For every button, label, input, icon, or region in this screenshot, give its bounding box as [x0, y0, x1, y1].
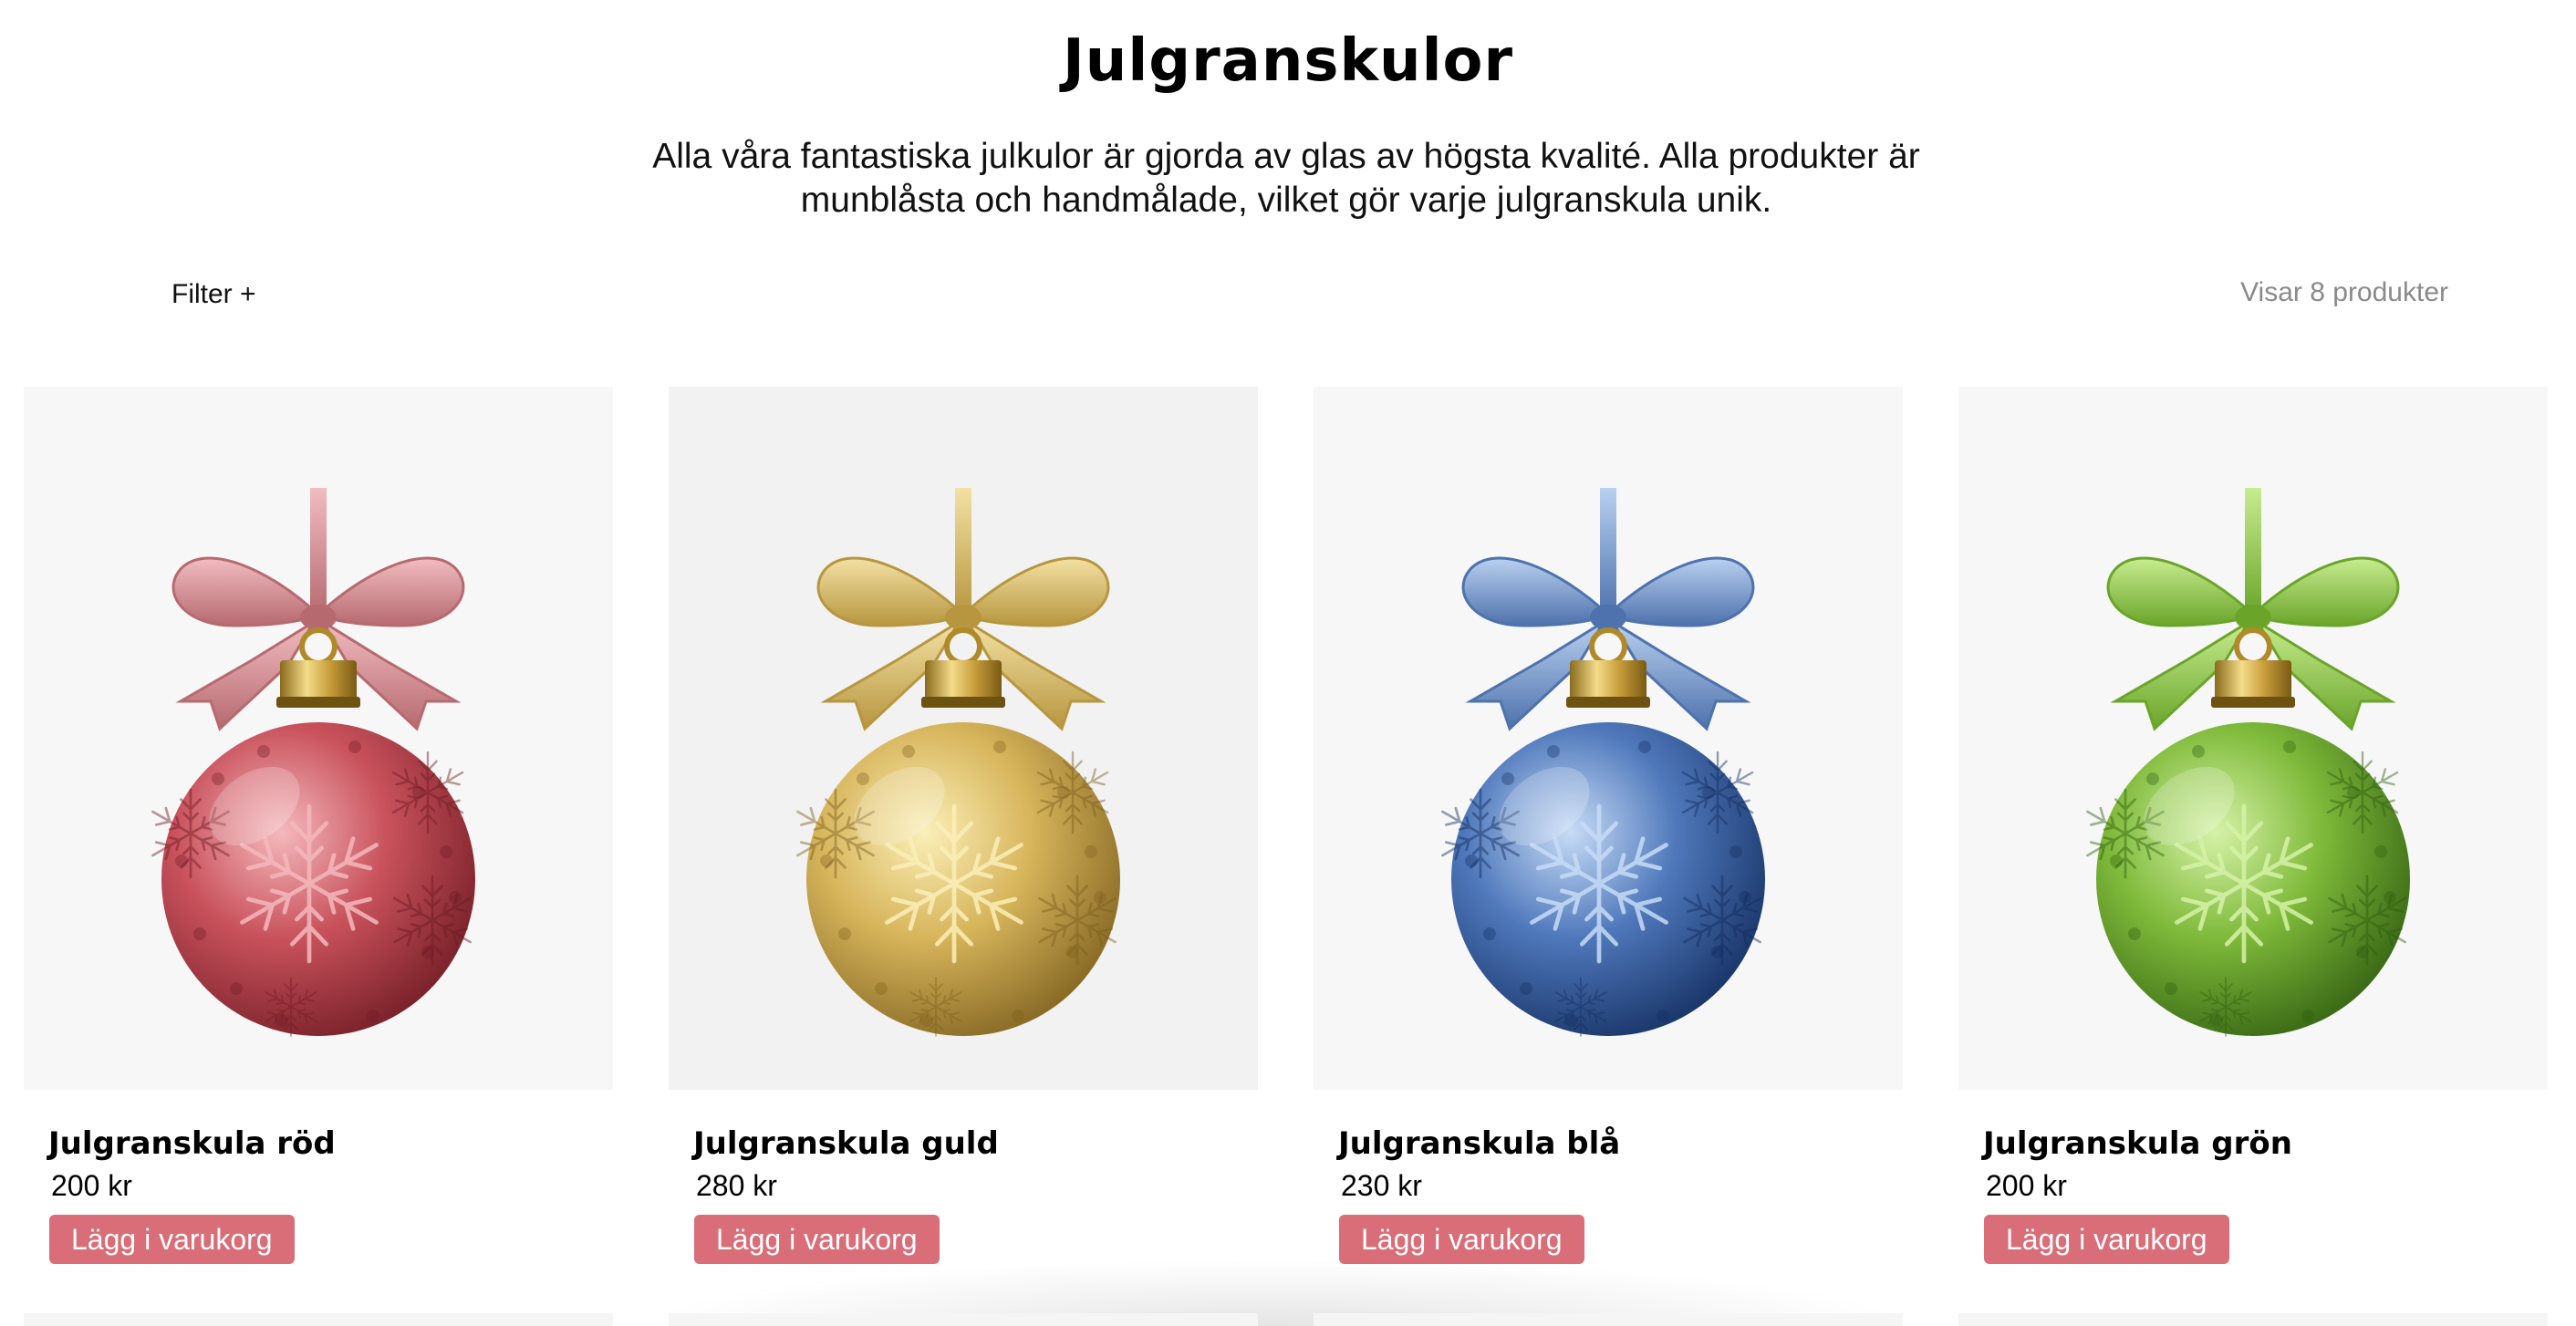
- product-listing-page: Julgranskulor Alla våra fantastiska julk…: [0, 0, 2576, 1326]
- product-count: Visar 8 produkter: [2240, 277, 2448, 307]
- intro-text: Alla våra fantastiska julkulor är gjorda…: [652, 137, 1920, 220]
- page-title: Julgranskulor: [1062, 27, 1514, 95]
- filter-button[interactable]: Filter +: [171, 279, 256, 310]
- product-card: Julgranskula guld 280 kr Lägg i varukorg: [669, 387, 1258, 1264]
- product-image-link[interactable]: [669, 387, 1258, 1090]
- product-card: Julgranskula blå 230 kr Lägg i varukorg: [1314, 387, 1903, 1264]
- next-row-card-peek: [1958, 1313, 2548, 1326]
- add-to-cart-button[interactable]: Lägg i varukorg: [694, 1215, 940, 1264]
- product-name[interactable]: Julgranskula blå: [1338, 1125, 1620, 1162]
- product-card: Julgranskula grön 200 kr Lägg i varukorg: [1958, 387, 2548, 1264]
- product-card: Julgranskula röd 200 kr Lägg i varukorg: [24, 387, 613, 1264]
- product-price: 200 kr: [51, 1169, 132, 1202]
- product-price: 230 kr: [1341, 1169, 1422, 1202]
- product-price: 200 kr: [1986, 1169, 2067, 1202]
- gold-ornament-icon: [796, 488, 1120, 1037]
- product-image-link[interactable]: [1314, 387, 1903, 1090]
- product-name[interactable]: Julgranskula röd: [48, 1125, 336, 1162]
- green-ornament-icon: [2086, 488, 2410, 1037]
- red-ornament-icon: [151, 488, 475, 1037]
- product-name[interactable]: Julgranskula grön: [1983, 1125, 2292, 1162]
- add-to-cart-button[interactable]: Lägg i varukorg: [1339, 1215, 1584, 1264]
- next-row-card-peek: [669, 1313, 1258, 1326]
- add-to-cart-button[interactable]: Lägg i varukorg: [49, 1215, 295, 1264]
- next-row-card-peek: [24, 1313, 613, 1326]
- product-name[interactable]: Julgranskula guld: [693, 1125, 999, 1162]
- next-row-card-peek: [1314, 1313, 1903, 1326]
- product-image-link[interactable]: [24, 387, 613, 1090]
- blue-ornament-icon: [1441, 488, 1765, 1037]
- product-image-link[interactable]: [1958, 387, 2548, 1090]
- add-to-cart-button[interactable]: Lägg i varukorg: [1984, 1215, 2229, 1264]
- product-price: 280 kr: [696, 1169, 777, 1202]
